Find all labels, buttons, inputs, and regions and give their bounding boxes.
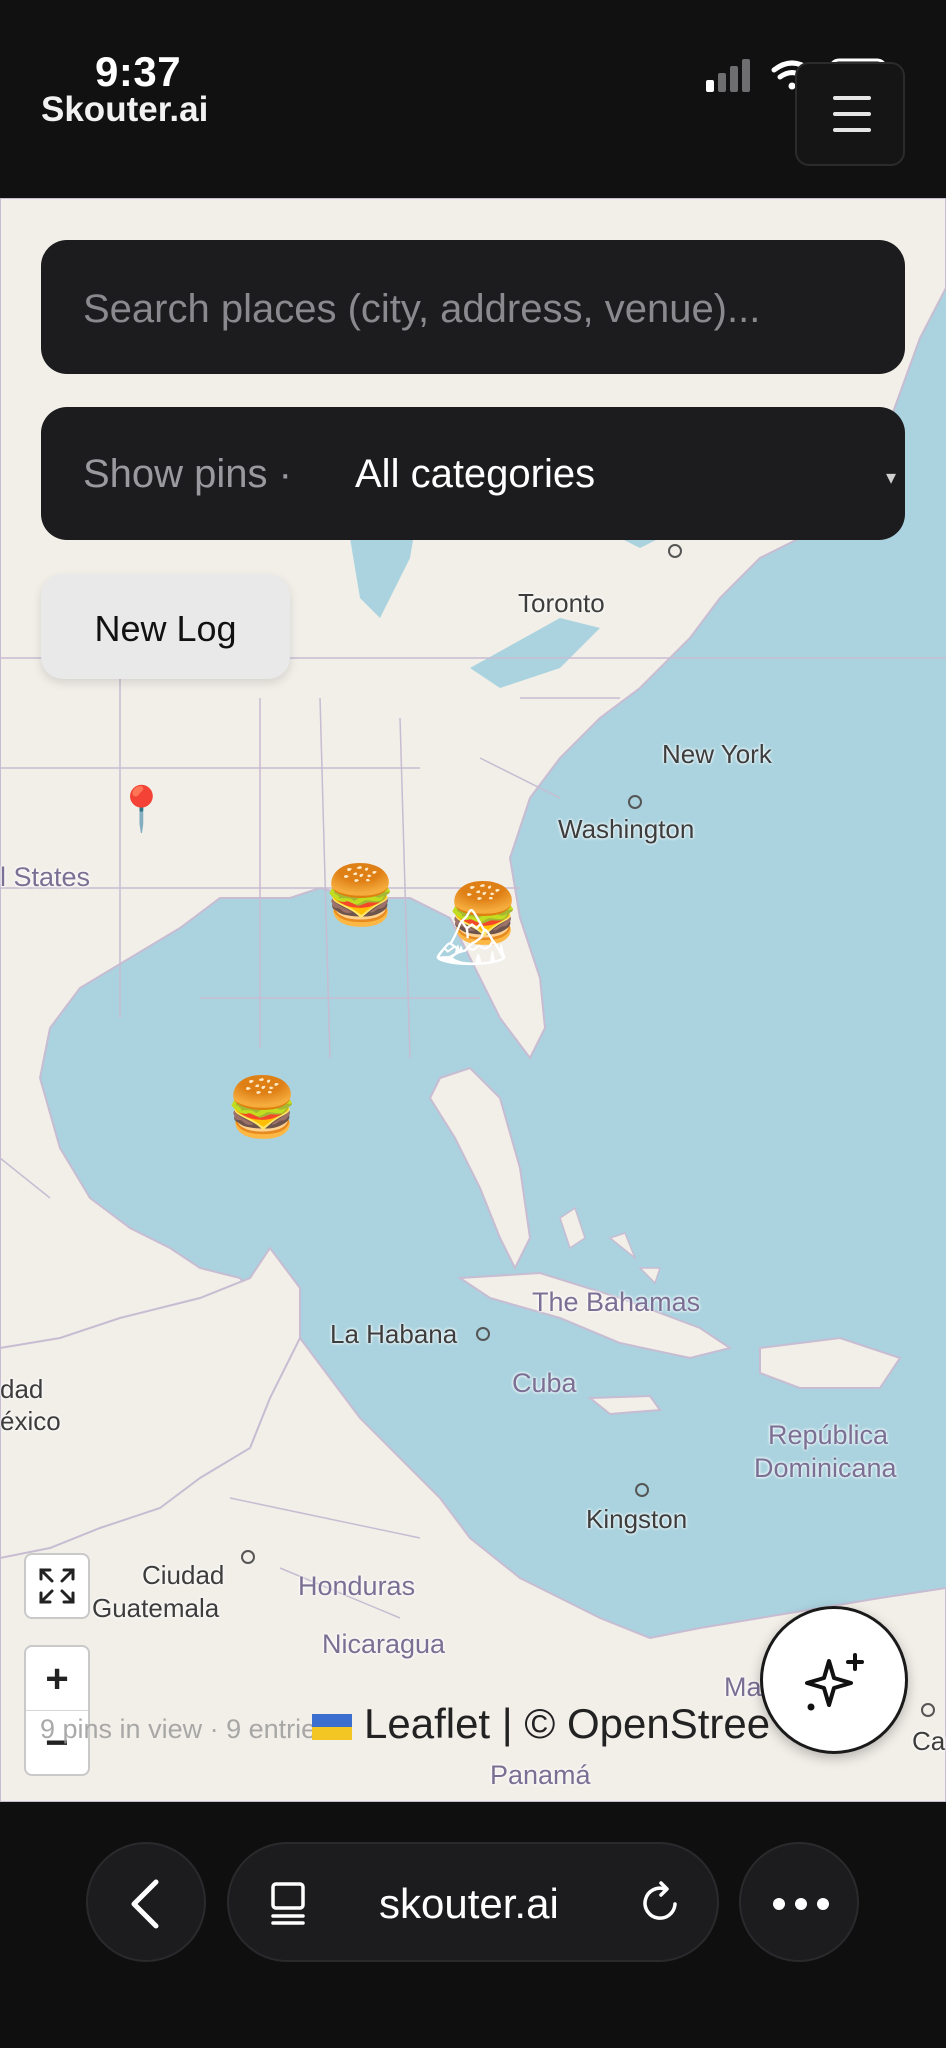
attribution-text: Leaflet | © OpenStree [364, 1700, 771, 1747]
map-label-honduras: Honduras [298, 1571, 416, 1601]
url-text: skouter.ai [379, 1880, 559, 1927]
ai-assistant-button[interactable] [760, 1606, 908, 1754]
cellular-signal-icon [706, 59, 750, 92]
map-label-nicaragua: Nicaragua [322, 1629, 446, 1659]
map-label-toronto: Toronto [518, 588, 605, 618]
more-dots-icon [773, 1898, 829, 1910]
map-label-united-states: l States [0, 862, 91, 892]
zoom-control: + − [24, 1645, 90, 1776]
map-label-kingston: Kingston [586, 1504, 688, 1534]
fullscreen-button[interactable] [24, 1553, 90, 1619]
chevron-left-icon [131, 1879, 159, 1929]
map-view[interactable]: Toronto New York Washington l States The… [0, 198, 946, 1802]
burger-pin-icon[interactable]: 🍔 [226, 1078, 298, 1136]
pins-in-view-count: 9 pins in view · 9 entries [40, 1714, 330, 1744]
map-label-mexico-2: éxico [0, 1406, 61, 1436]
app-header: 9:37 Skouter.ai [0, 0, 946, 198]
more-options-button[interactable] [739, 1842, 859, 1962]
category-filter-select[interactable]: Show pins · All categories ▾ [41, 407, 905, 540]
filter-prefix-label: Show pins · [83, 452, 292, 496]
map-label-carac: Carac [912, 1726, 946, 1756]
app-title: Skouter.ai [41, 90, 209, 129]
map-label-panama: Panamá [490, 1760, 591, 1790]
status-time: 9:37 [95, 48, 182, 95]
address-bar[interactable]: skouter.ai [227, 1842, 719, 1962]
reload-icon[interactable] [637, 1880, 683, 1926]
search-bar [41, 240, 905, 374]
map-label-dominicana: Dominicana [754, 1453, 897, 1483]
new-log-label: New Log [94, 608, 237, 649]
filter-selected-value: All categories [355, 452, 596, 496]
map-label-ciudad: Ciudad [142, 1560, 225, 1590]
map-attribution[interactable]: Leaflet | © OpenStree [312, 1700, 770, 1748]
location-pin-icon[interactable]: 📍 [114, 788, 169, 832]
map-label-new-york: New York [662, 739, 772, 769]
map-label-bahamas: The Bahamas [532, 1287, 701, 1317]
chevron-down-icon: ▾ [886, 467, 897, 489]
zoom-in-button[interactable]: + [26, 1647, 88, 1711]
browser-toolbar: skouter.ai [0, 1802, 946, 2048]
burger-pin-icon[interactable]: 🍔 [324, 866, 396, 924]
search-input[interactable] [83, 284, 863, 334]
map-label-mexico-1: dad [0, 1374, 44, 1404]
menu-button[interactable] [795, 62, 905, 166]
map-label-la-habana: La Habana [330, 1319, 458, 1349]
hamburger-menu-icon [833, 96, 871, 100]
fullscreen-icon [39, 1568, 75, 1604]
sparkles-icon [805, 1653, 864, 1711]
map-label-ma: Ma [724, 1672, 762, 1702]
ukraine-flag-icon [312, 1713, 352, 1740]
back-button[interactable] [86, 1842, 206, 1962]
new-log-button[interactable]: New Log [41, 574, 290, 679]
map-label-republica: República [768, 1420, 889, 1450]
map-label-cuba: Cuba [512, 1368, 577, 1398]
tabs-icon [271, 1882, 305, 1925]
mountain-pin-icon[interactable]: 🏔 [434, 908, 508, 966]
map-label-washington: Washington [558, 814, 695, 844]
map-label-guatemala: Guatemala [92, 1593, 220, 1623]
